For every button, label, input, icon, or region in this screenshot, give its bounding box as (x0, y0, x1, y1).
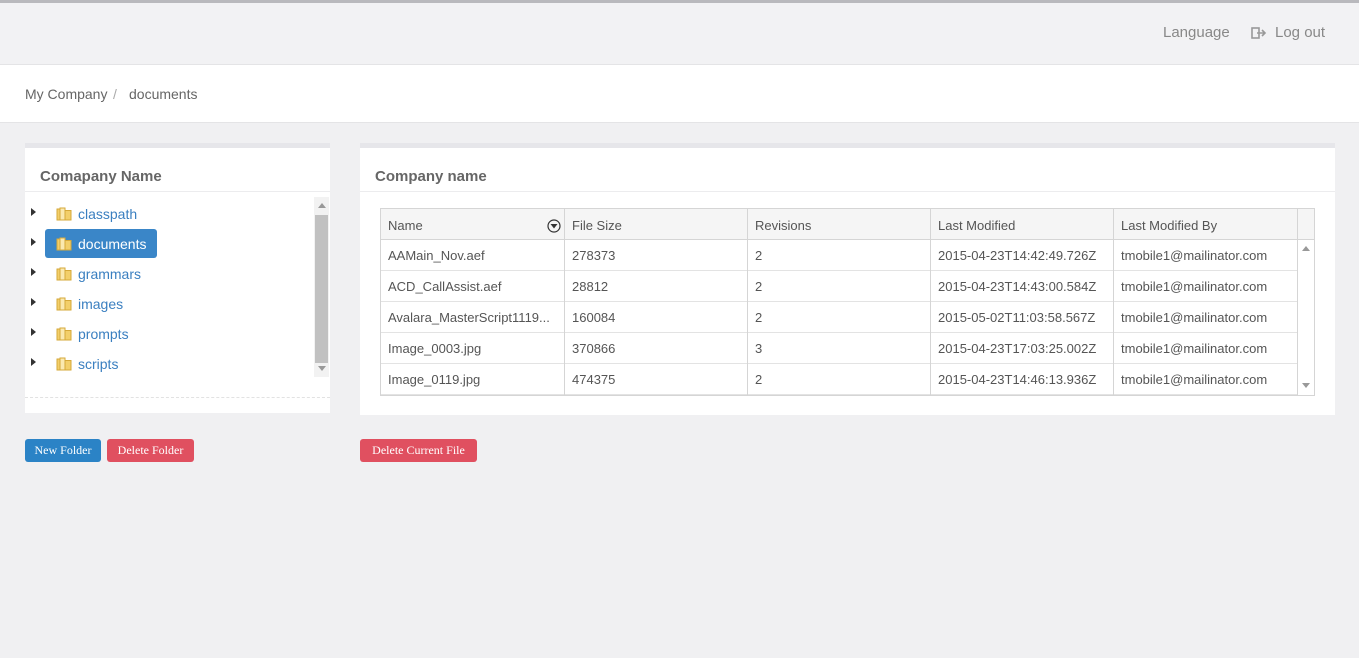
tree-node[interactable]: grammars (45, 259, 152, 288)
cell-file-size: 370866 (565, 333, 748, 364)
cell-name: Avalara_MasterScript1119... (381, 302, 565, 333)
tree-item-label: images (78, 295, 124, 312)
table-row[interactable]: AAMain_Nov.aef 278373 2 2015-04-23T14:42… (381, 240, 1297, 271)
tree-item-scripts[interactable]: scripts (25, 347, 310, 377)
files-panel-title: Company name (360, 148, 1335, 192)
filter-icon[interactable] (547, 219, 561, 233)
tree-scrollbar[interactable] (314, 197, 329, 377)
files-panel: Company name Name File Size Revisions La… (360, 143, 1335, 415)
cell-file-size: 278373 (565, 240, 748, 271)
cell-last-modified: 2015-04-23T14:42:49.726Z (931, 240, 1114, 271)
language-link[interactable]: Language (1163, 24, 1230, 41)
cell-file-size: 28812 (565, 271, 748, 302)
cell-file-size: 160084 (565, 302, 748, 333)
expand-icon[interactable] (31, 298, 36, 306)
table-row[interactable]: ACD_CallAssist.aef 28812 2 2015-04-23T14… (381, 271, 1297, 302)
tree-item-label: scripts (78, 355, 119, 372)
grid-body: AAMain_Nov.aef 278373 2 2015-04-23T14:42… (381, 240, 1314, 395)
expand-icon[interactable] (31, 268, 36, 276)
tree-node[interactable]: scripts (45, 349, 129, 378)
breadcrumb-separator: / (113, 86, 117, 102)
grid-scrollbar[interactable] (1297, 240, 1314, 395)
divider (25, 397, 330, 398)
column-header-file-size[interactable]: File Size (565, 209, 748, 240)
expand-icon[interactable] (31, 238, 36, 246)
cell-name: ACD_CallAssist.aef (381, 271, 565, 302)
tree-node-selected[interactable]: documents (45, 229, 158, 258)
scroll-down-icon[interactable] (1302, 383, 1310, 388)
tree-item-documents[interactable]: documents (25, 227, 310, 258)
cell-last-modified-by: tmobile1@mailinator.com (1121, 341, 1268, 356)
expand-icon[interactable] (31, 328, 36, 336)
column-header-last-modified[interactable]: Last Modified (931, 209, 1114, 240)
new-folder-button[interactable]: New Folder (25, 439, 101, 462)
tree-node[interactable]: classpath (45, 199, 148, 228)
top-navbar: Language Log out (0, 3, 1359, 64)
column-header-label: Name (388, 218, 423, 233)
files-grid: Name File Size Revisions Last Modified L… (380, 208, 1315, 396)
cell-last-modified-by: tmobile1@mailinator.com (1121, 279, 1268, 294)
cell-last-modified: 2015-05-02T11:03:58.567Z (931, 302, 1114, 333)
scroll-up-icon[interactable] (318, 203, 326, 208)
cell-last-modified-by: tmobile1@mailinator.com (1121, 372, 1268, 387)
cell-revisions: 3 (748, 333, 931, 364)
cell-revisions: 2 (748, 302, 931, 333)
delete-current-file-button[interactable]: Delete Current File (360, 439, 477, 462)
folder-icon (56, 207, 72, 220)
logout-label: Log out (1275, 24, 1326, 41)
tree-item-label: grammars (78, 265, 142, 282)
table-row[interactable]: Image_0119.jpg 474375 2 2015-04-23T14:46… (381, 364, 1297, 395)
table-row[interactable]: Image_0003.jpg 370866 3 2015-04-23T17:03… (381, 333, 1297, 364)
scrollbar-thumb[interactable] (315, 215, 328, 363)
scroll-down-icon[interactable] (318, 366, 326, 371)
tree-item-prompts[interactable]: prompts (25, 317, 310, 347)
cell-last-modified-by: tmobile1@mailinator.com (1121, 248, 1268, 263)
breadcrumb-current: documents (129, 86, 198, 102)
tree-item-label: prompts (78, 325, 129, 342)
cell-name: Image_0119.jpg (381, 364, 565, 395)
tree-node[interactable]: prompts (45, 319, 140, 348)
column-header-last-modified-by[interactable]: Last Modified By (1114, 209, 1297, 240)
cell-revisions: 2 (748, 240, 931, 271)
tree-node[interactable]: images (45, 289, 134, 318)
expand-icon[interactable] (31, 208, 36, 216)
folder-icon (56, 297, 72, 310)
folder-icon (56, 327, 72, 340)
expand-icon[interactable] (31, 358, 36, 366)
table-row[interactable]: Avalara_MasterScript1119... 160084 2 201… (381, 302, 1297, 333)
cell-name: Image_0003.jpg (381, 333, 565, 364)
column-header-name[interactable]: Name (381, 209, 565, 240)
cell-revisions: 2 (748, 364, 931, 395)
cell-name: AAMain_Nov.aef (381, 240, 565, 271)
folder-icon (56, 267, 72, 280)
header-scroll-spacer (1297, 209, 1314, 240)
logout-link[interactable]: Log out (1251, 24, 1325, 41)
cell-last-modified: 2015-04-23T14:43:00.584Z (931, 271, 1114, 302)
grid-header: Name File Size Revisions Last Modified L… (381, 209, 1314, 240)
scroll-up-icon[interactable] (1302, 246, 1310, 251)
logout-icon (1251, 26, 1267, 39)
cell-last-modified: 2015-04-23T14:46:13.936Z (931, 364, 1114, 395)
cell-last-modified: 2015-04-23T17:03:25.002Z (931, 333, 1114, 364)
tree-item-classpath[interactable]: classpath (25, 197, 310, 227)
folder-icon (56, 237, 72, 250)
tree-item-label: classpath (78, 205, 138, 222)
delete-folder-button[interactable]: Delete Folder (107, 439, 194, 462)
tree-item-label: documents (78, 235, 147, 252)
breadcrumb: My Company / documents (0, 64, 1359, 123)
folder-panel-title: Comapany Name (25, 148, 330, 192)
cell-file-size: 474375 (565, 364, 748, 395)
folder-panel: Comapany Name classpath documents gramma… (25, 143, 330, 413)
folder-icon (56, 357, 72, 370)
tree-item-images[interactable]: images (25, 287, 310, 317)
breadcrumb-home[interactable]: My Company (25, 86, 107, 102)
cell-revisions: 2 (748, 271, 931, 302)
tree-item-grammars[interactable]: grammars (25, 257, 310, 287)
folder-tree: classpath documents grammars images prom… (25, 197, 330, 377)
cell-last-modified-by: tmobile1@mailinator.com (1121, 310, 1268, 325)
column-header-revisions[interactable]: Revisions (748, 209, 931, 240)
